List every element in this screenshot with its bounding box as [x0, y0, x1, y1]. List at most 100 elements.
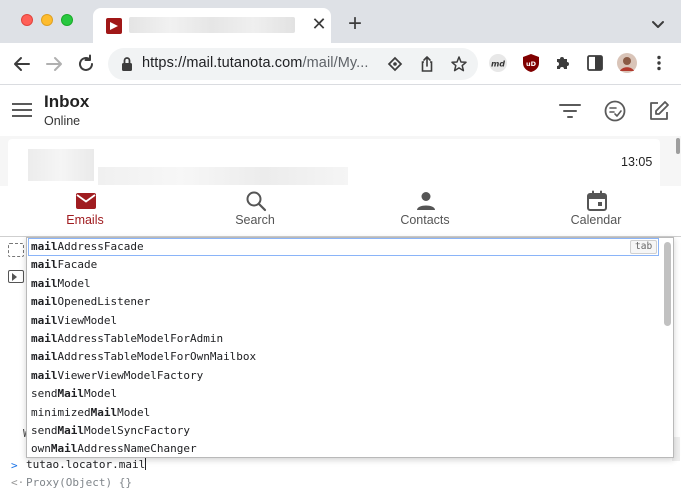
suggestion-prefix: minimized: [31, 405, 91, 419]
suggestion-rest: ViewModel: [57, 313, 118, 327]
suggestion-item[interactable]: sendMailModelSyncFactory: [28, 422, 659, 440]
console-prompt-chevron-icon: >: [11, 459, 18, 472]
suggestion-rest: ModelSyncFactory: [84, 424, 190, 437]
suggestion-item[interactable]: minimizedMailModel: [28, 404, 659, 422]
subject-redacted: [98, 167, 348, 185]
markdown-extension-icon[interactable]: md: [488, 53, 508, 73]
suggestion-rest: AddressNameChanger: [77, 442, 197, 456]
nav-search-label: Search: [235, 213, 275, 227]
suggestion-match: Mail: [90, 405, 118, 419]
inspect-element-icon[interactable]: [8, 243, 24, 257]
nav-calendar-label: Calendar: [570, 213, 622, 227]
nav-contacts-label: Contacts: [400, 213, 450, 227]
nav-emails-label: Emails: [66, 213, 104, 227]
reload-icon[interactable]: [75, 53, 97, 75]
profile-avatar[interactable]: [617, 53, 637, 73]
person-icon: [415, 190, 437, 212]
page-scrollbar[interactable]: [676, 138, 680, 154]
connection-status: Online: [44, 114, 81, 128]
nav-search[interactable]: Search: [195, 186, 315, 236]
suggestion-item[interactable]: mailAddressFacade: [28, 238, 659, 257]
suggestion-match: mail: [31, 258, 58, 272]
chrome-menu-icon[interactable]: [649, 53, 669, 73]
url-path: /mail/My...: [302, 55, 369, 71]
extensions-puzzle-icon[interactable]: [553, 53, 573, 73]
filter-icon[interactable]: [558, 99, 582, 123]
sender-redacted: [28, 149, 94, 181]
suggestion-rest: Model: [57, 276, 91, 290]
console-sidebar-toggle-icon[interactable]: [8, 270, 24, 283]
lens-diamond-icon[interactable]: [386, 55, 404, 73]
suggestion-item[interactable]: mailModel: [28, 275, 659, 293]
hamburger-menu-icon[interactable]: [12, 103, 32, 119]
tab-hint-badge: tab: [630, 240, 658, 254]
side-panel-icon[interactable]: [585, 53, 605, 73]
suggestion-item[interactable]: mailAddressTableModelForAdmin: [28, 330, 659, 348]
mail-list-item[interactable]: 13:05: [8, 139, 660, 186]
suggestion-match: Mail: [50, 442, 78, 456]
suggestion-match: mail: [31, 276, 58, 290]
svg-text:uD: uD: [526, 60, 537, 68]
select-mode-check-icon[interactable]: [603, 99, 627, 123]
browser-tab-strip: ✕ +: [0, 0, 681, 43]
bookmark-star-icon[interactable]: [450, 55, 468, 73]
tutanota-favicon-icon: [106, 18, 122, 34]
forward-arrow-icon[interactable]: [43, 53, 65, 75]
suggestion-rest: AddressFacade: [57, 240, 144, 253]
suggestion-match: mail: [31, 313, 58, 327]
address-bar[interactable]: https://mail.tutanota.com/mail/My...: [108, 48, 478, 80]
calendar-icon: [586, 190, 608, 212]
browser-tab[interactable]: ✕: [93, 8, 331, 43]
console-result: Proxy(Object) {}: [26, 476, 132, 489]
suggestion-rest: Model: [84, 387, 118, 401]
autocomplete-suggestions: mailAddressFacade mailFacade mailModel mail…: [26, 237, 674, 458]
search-icon: [245, 190, 267, 212]
share-icon[interactable]: [418, 55, 436, 73]
suggestion-rest: OpenedListener: [57, 295, 151, 309]
suggestion-item[interactable]: mailOpenedListener: [28, 293, 659, 311]
suggestion-item[interactable]: mailViewModel: [28, 312, 659, 330]
suggestion-match: Mail: [57, 424, 85, 437]
suggestion-match: mail: [31, 240, 58, 253]
back-arrow-icon[interactable]: [11, 53, 33, 75]
suggestion-item[interactable]: mailAddressTableModelForOwnMailbox: [28, 348, 659, 366]
svg-text:md: md: [491, 60, 505, 69]
url-text[interactable]: https://mail.tutanota.com/mail/My...: [142, 55, 369, 71]
suggestion-prefix: own: [31, 442, 51, 456]
mail-list: 13:05: [0, 136, 681, 186]
mail-header: Inbox Online: [0, 86, 681, 136]
minimize-window-button[interactable]: [41, 14, 53, 26]
suggestion-match: mail: [31, 350, 58, 364]
suggestion-match: mail: [31, 332, 58, 345]
suggestion-rest: AddressTableModelForOwnMailbox: [57, 350, 257, 364]
nav-contacts[interactable]: Contacts: [365, 186, 485, 236]
suggestion-item[interactable]: mailViewerViewModelFactory: [28, 367, 659, 385]
console-input[interactable]: tutao.locator.mail: [26, 458, 147, 471]
suggestion-match: mail: [31, 295, 58, 309]
suggestion-prefix: send: [31, 424, 58, 437]
suggestion-rest: Facade: [57, 258, 98, 272]
envelope-icon: [75, 190, 97, 212]
suggestion-item[interactable]: mailFacade: [28, 256, 659, 274]
compose-icon[interactable]: [647, 99, 671, 123]
suggestion-rest: Model: [117, 405, 151, 419]
browser-toolbar: https://mail.tutanota.com/mail/My... md …: [0, 43, 681, 85]
nav-calendar[interactable]: Calendar: [536, 186, 656, 236]
zoom-window-button[interactable]: [61, 14, 73, 26]
url-host: https://mail.tutanota.com: [142, 55, 303, 71]
folder-title: Inbox: [44, 92, 90, 111]
mail-received-time: 13:05: [621, 155, 653, 169]
suggestion-item[interactable]: sendMailModel: [28, 385, 659, 403]
tab-title-redacted: [129, 17, 295, 33]
new-tab-button[interactable]: +: [344, 12, 366, 36]
suggestion-item[interactable]: ownMailAddressNameChanger: [28, 440, 659, 457]
console-result-arrow-icon: <·: [11, 476, 25, 489]
ublock-shield-icon[interactable]: uD: [521, 53, 541, 73]
tab-search-chevron-icon[interactable]: [648, 14, 668, 34]
nav-emails[interactable]: Emails: [25, 186, 145, 236]
suggestion-scrollbar-thumb[interactable]: [664, 242, 671, 326]
close-window-button[interactable]: [21, 14, 33, 26]
lock-icon[interactable]: [120, 56, 134, 72]
bottom-navigation: Emails Search Contacts Calendar: [0, 186, 681, 236]
tab-close-button[interactable]: ✕: [309, 14, 329, 34]
